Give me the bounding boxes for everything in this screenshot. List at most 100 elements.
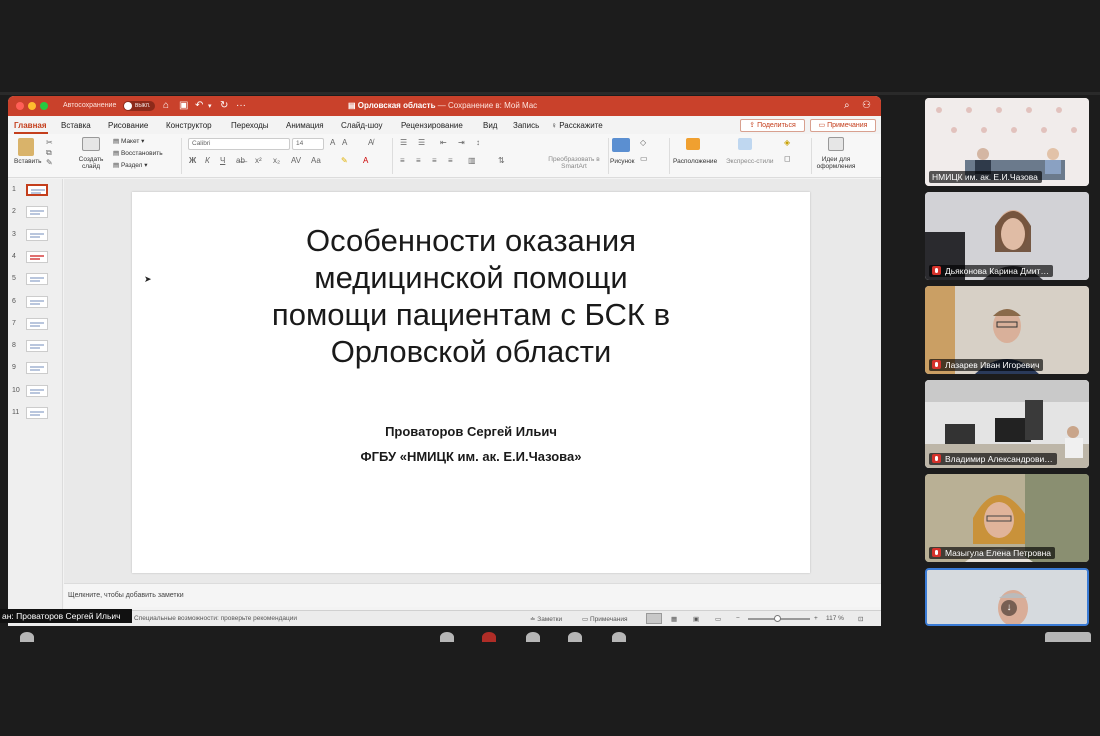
more-icon[interactable]: ···: [236, 100, 246, 111]
align-center-icon[interactable]: ≡: [416, 156, 421, 165]
format-painter-icon[interactable]: ✎: [46, 158, 53, 167]
autosave-toggle[interactable]: ВЫКЛ.: [123, 101, 155, 111]
notes-pane[interactable]: Щелкните, чтобы добавить заметки: [64, 583, 881, 607]
undo-icon[interactable]: ↶: [195, 100, 203, 111]
slide-thumbnail[interactable]: 7: [8, 317, 63, 333]
slide-thumbnail[interactable]: 5: [8, 272, 63, 288]
quick-styles-icon[interactable]: [738, 138, 752, 150]
slide-thumbnail[interactable]: 4: [8, 250, 63, 266]
tab-view[interactable]: Вид: [483, 121, 497, 130]
font-size-field[interactable]: 14: [292, 138, 324, 150]
tab-record[interactable]: Запись: [513, 121, 539, 130]
highlight-icon[interactable]: ✎: [341, 156, 348, 165]
slide-thumbnail[interactable]: 9: [8, 361, 63, 377]
share-screen-icon[interactable]: [526, 632, 540, 642]
accessibility-status[interactable]: Специальные возможности: проверьте реком…: [134, 615, 297, 622]
picture-label[interactable]: Рисунок: [610, 158, 635, 165]
slide-author[interactable]: Проваторов Сергей Ильич: [132, 424, 810, 439]
tab-slideshow[interactable]: Слайд-шоу: [341, 121, 382, 130]
slide-thumbnail[interactable]: 3: [8, 228, 63, 244]
textbox-icon[interactable]: ▭: [640, 154, 648, 163]
shape-outline-icon[interactable]: ◻: [784, 154, 791, 163]
tab-review[interactable]: Рецензирование: [401, 121, 463, 130]
search-icon[interactable]: ⌕: [844, 100, 850, 111]
tab-draw[interactable]: Рисование: [108, 121, 148, 130]
slide-canvas[interactable]: Особенности оказания медицинской помощи …: [132, 192, 810, 573]
reading-view-icon[interactable]: ▣: [693, 615, 699, 623]
numbering-icon[interactable]: ☰: [418, 138, 425, 147]
font-color-icon[interactable]: A: [363, 156, 368, 165]
design-ideas-label[interactable]: Идеи для оформления: [814, 156, 858, 170]
close-window-button[interactable]: [16, 102, 24, 110]
comments-toggle[interactable]: ▭ Примечания: [582, 615, 627, 623]
leave-icon[interactable]: [482, 632, 496, 642]
change-case-icon[interactable]: Aa: [311, 156, 321, 165]
participant-tile[interactable]: Лазарев Иван Игоревич: [925, 286, 1089, 374]
picture-icon[interactable]: [612, 138, 630, 152]
layout-button[interactable]: ▤ Макет ▾: [113, 137, 144, 145]
slide-thumbnail[interactable]: 11: [8, 406, 63, 422]
quick-styles-label[interactable]: Экспресс-стили: [726, 158, 774, 165]
arrange-label[interactable]: Расположение: [673, 158, 717, 165]
italic-icon[interactable]: К: [205, 156, 210, 165]
line-spacing-icon[interactable]: ↕: [476, 138, 480, 147]
subscript-icon[interactable]: x₂: [273, 156, 280, 165]
participant-tile[interactable]: НМИЦК им. ак. Е.И.Чазова: [925, 98, 1089, 186]
slide-thumbnail[interactable]: 6: [8, 295, 63, 311]
justify-icon[interactable]: ≡: [448, 156, 453, 165]
slide-thumbnail[interactable]: 1: [8, 183, 63, 199]
paste-icon[interactable]: [18, 138, 34, 156]
arrange-icon[interactable]: [686, 138, 700, 150]
redo-icon[interactable]: ↻: [220, 100, 228, 111]
shapes-icon[interactable]: ◇: [640, 138, 646, 147]
home-icon[interactable]: ⌂: [163, 100, 169, 111]
decrease-indent-icon[interactable]: ⇤: [440, 138, 447, 147]
reset-button[interactable]: ▤ Восстановить: [113, 149, 163, 157]
share-button[interactable]: ⇪ Поделиться: [740, 119, 805, 132]
slide-sorter-icon[interactable]: ▦: [671, 615, 677, 623]
bullets-icon[interactable]: ☰: [400, 138, 407, 147]
strikethrough-icon[interactable]: a̶b̶: [236, 156, 245, 165]
cut-icon[interactable]: ✂: [46, 138, 53, 147]
char-spacing-icon[interactable]: AV: [291, 156, 301, 165]
bold-icon[interactable]: Ж: [189, 156, 196, 165]
slide-thumbnail[interactable]: 2: [8, 205, 63, 221]
clear-format-icon[interactable]: A̸: [368, 138, 373, 147]
notes-toggle[interactable]: ≐ Заметки: [530, 615, 562, 623]
shape-fill-icon[interactable]: ◈: [784, 138, 790, 147]
download-arrow-icon[interactable]: ↓: [1001, 600, 1017, 616]
underline-icon[interactable]: Ч: [220, 156, 225, 165]
superscript-icon[interactable]: x²: [255, 156, 262, 165]
slide-thumbnail[interactable]: 10: [8, 384, 63, 400]
minimize-window-button[interactable]: [28, 102, 36, 110]
tell-me-box[interactable]: ♀ Расскажите: [551, 121, 603, 130]
chat-icon[interactable]: [568, 632, 582, 642]
more-options-icon[interactable]: [612, 632, 626, 642]
tab-home[interactable]: Главная: [14, 121, 47, 130]
slide-organization[interactable]: ФГБУ «НМИЦК им. ак. Е.И.Чазова»: [132, 449, 810, 464]
normal-view-icon[interactable]: [646, 613, 662, 624]
align-left-icon[interactable]: ≡: [400, 156, 405, 165]
align-right-icon[interactable]: ≡: [432, 156, 437, 165]
comments-button[interactable]: ▭ Примечания: [810, 119, 876, 132]
tab-design[interactable]: Конструктор: [166, 121, 212, 130]
new-slide-label[interactable]: Создать слайд: [74, 156, 108, 170]
fit-slide-icon[interactable]: ⊡: [858, 615, 863, 623]
decrease-font-icon[interactable]: A: [342, 138, 347, 147]
zoom-in-icon[interactable]: +: [814, 615, 818, 622]
participant-tile-active[interactable]: ↓: [925, 568, 1089, 626]
tab-transitions[interactable]: Переходы: [231, 121, 269, 130]
share-window-icon[interactable]: ⚇: [862, 100, 871, 111]
tab-animations[interactable]: Анимация: [286, 121, 324, 130]
font-name-field[interactable]: Calibri: [188, 138, 290, 150]
participant-tile[interactable]: Мазыгула Елена Петровна: [925, 474, 1089, 562]
zoom-slider-handle[interactable]: [774, 615, 781, 622]
camera-icon[interactable]: [20, 632, 34, 642]
design-ideas-icon[interactable]: [828, 137, 844, 151]
chevron-down-icon[interactable]: ▾: [208, 102, 212, 110]
convert-smartart-button[interactable]: Преобразовать в SmartArt: [544, 156, 604, 170]
increase-indent-icon[interactable]: ⇥: [458, 138, 465, 147]
slide-thumbnail[interactable]: 8: [8, 339, 63, 355]
increase-font-icon[interactable]: A: [330, 138, 335, 147]
section-button[interactable]: ▤ Раздел ▾: [113, 161, 148, 169]
